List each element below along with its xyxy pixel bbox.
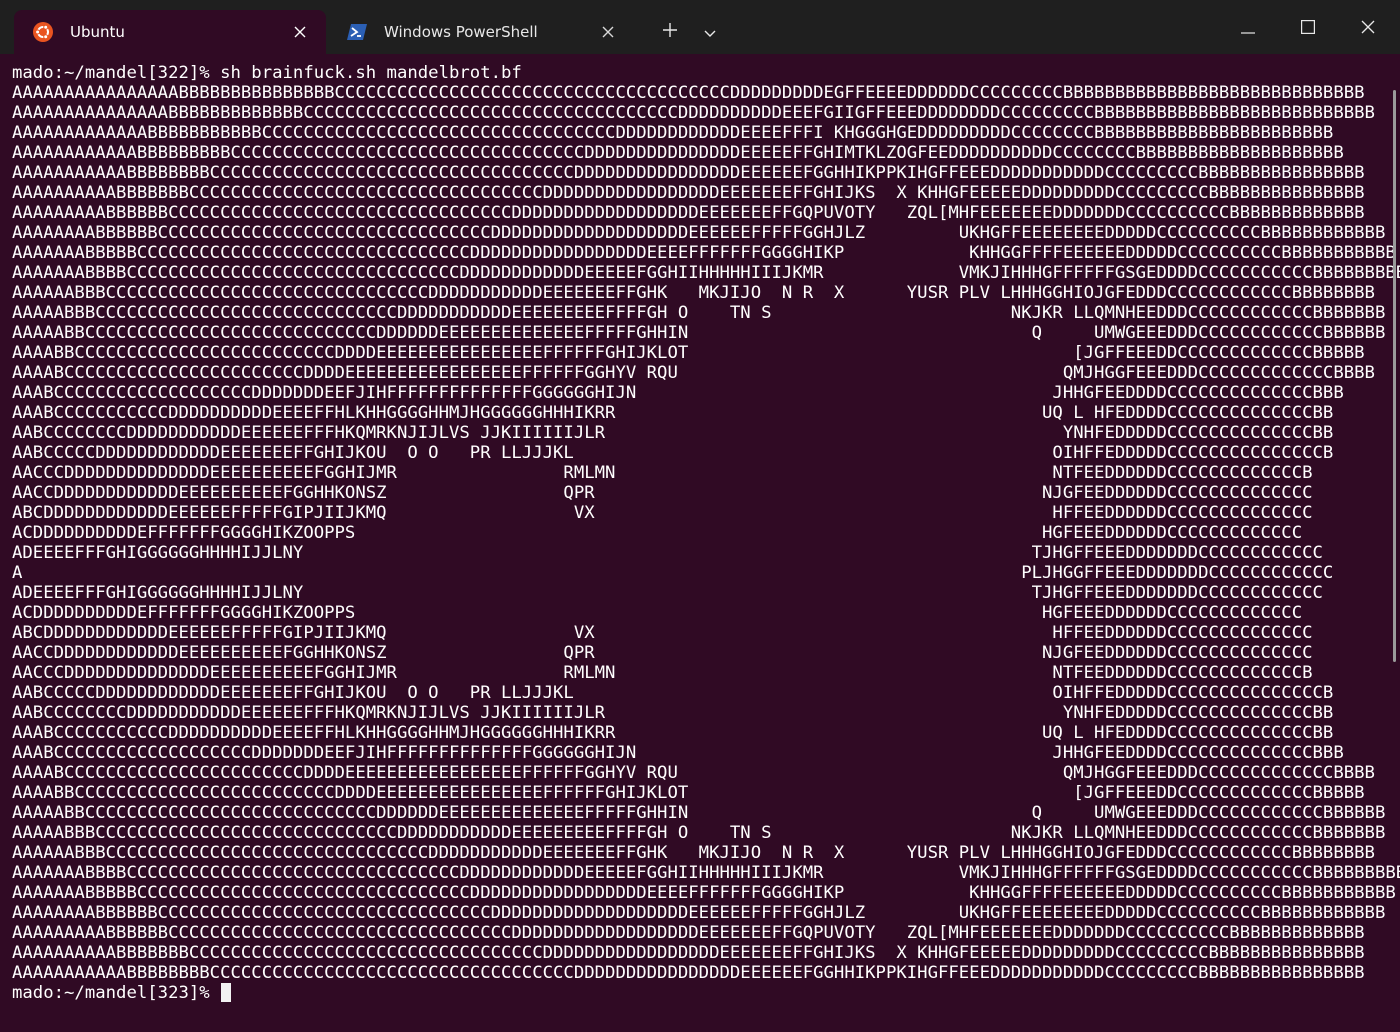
output-line: AAAAABBCCCCCCCCCCCCCCCCCCCCCCCCCCCCDDDDD… <box>12 323 1386 343</box>
output-line: AAAABCCCCCCCCCCCCCCCCCCCCCCCDDDDEEEEEEEE… <box>12 363 1375 383</box>
output-line: ACDDDDDDDDDDEFFFFFFFGGGGHIKZOOPPS HGFEEE… <box>12 603 1303 623</box>
output-line: AAAAAAABBBBBCCCCCCCCCCCCCCCCCCCCCCCCCCCC… <box>12 883 1396 903</box>
output-line: AAAAAAAABBBBBBCCCCCCCCCCCCCCCCCCCCCCCCCC… <box>12 903 1386 923</box>
output-line: AAAAAABBBCCCCCCCCCCCCCCCCCCCCCCCCCCCCCCC… <box>12 283 1375 303</box>
output-line: ABCDDDDDDDDDDDDEEEEEEFFFFFGIPJIIJKMQ VX … <box>12 503 1313 523</box>
window-close-button[interactable] <box>1338 6 1398 50</box>
output-line: AAAAABBCCCCCCCCCCCCCCCCCCCCCCCCCCCCDDDDD… <box>12 803 1386 823</box>
output-line: AAAAAAAAAAAAAAABBBBBBBBBBBBBCCCCCCCCCCCC… <box>12 103 1375 123</box>
output-line: ABCDDDDDDDDDDDDEEEEEEFFFFFGIPJIIJKMQ VX … <box>12 623 1313 643</box>
output-line: AAAAAAAAAAABBBBBBBBCCCCCCCCCCCCCCCCCCCCC… <box>12 963 1365 983</box>
output-line: AAAAAAAAAAAAAAAABBBBBBBBBBBBBBBCCCCCCCCC… <box>12 83 1365 103</box>
output-line: AAABCCCCCCCCCCCCCCCCCCCDDDDDDDEEFJIHFFFF… <box>12 383 1344 403</box>
output-line: AAAAAAAAAAABBBBBBBBCCCCCCCCCCCCCCCCCCCCC… <box>12 163 1365 183</box>
output-line: AACCCDDDDDDDDDDDDDDEEEEEEEEEEFGGHIJMR RM… <box>12 663 1313 683</box>
output-line: AAAABCCCCCCCCCCCCCCCCCCCCCCCDDDDEEEEEEEE… <box>12 763 1375 783</box>
title-bar: Ubuntu Windows PowerShell <box>0 0 1400 54</box>
close-icon[interactable] <box>286 18 314 46</box>
output-line: AACCDDDDDDDDDDDDEEEEEEEEEEFGGHHKONSZ QPR… <box>12 643 1313 663</box>
output-line: AAAAAAABBBBCCCCCCCCCCCCCCCCCCCCCCCCCCCCC… <box>12 863 1400 883</box>
output-line: AAABCCCCCCCCCCCDDDDDDDDDDEEEEFFHLKHHGGGG… <box>12 723 1334 743</box>
output-line: AABCCCCCDDDDDDDDDDDDEEEEEEEFFGHIJKOU O O… <box>12 443 1334 463</box>
maximize-icon <box>1301 19 1316 38</box>
chevron-down-icon <box>704 23 716 42</box>
output-line: A PLJHGGFFEEEDDDDDDDCCCCCCCCCCCC <box>12 563 1334 583</box>
output-line: AAAABBCCCCCCCCCCCCCCCCCCCCCCCCCDDDDEEEEE… <box>12 343 1365 363</box>
output-line: AAAAAAAAABBBBBBCCCCCCCCCCCCCCCCCCCCCCCCC… <box>12 203 1365 223</box>
plus-icon <box>662 22 678 42</box>
tab-ubuntu-label: Ubuntu <box>70 23 125 41</box>
minimize-icon <box>1241 19 1255 38</box>
close-icon[interactable] <box>594 18 622 46</box>
output-line: AACCDDDDDDDDDDDDEEEEEEEEEEFGGHHKONSZ QPR… <box>12 483 1313 503</box>
output-line: ACDDDDDDDDDDEFFFFFFFGGGGHIKZOOPPS HGFEEE… <box>12 523 1303 543</box>
minimize-button[interactable] <box>1218 6 1278 50</box>
output-line: AAAAAAAAAABBBBBBBCCCCCCCCCCCCCCCCCCCCCCC… <box>12 943 1365 963</box>
mandelbrot-output: AAAAAAAAAAAAAAAABBBBBBBBBBBBBBBCCCCCCCCC… <box>12 83 1400 983</box>
new-tab-button[interactable] <box>652 16 688 48</box>
output-line: AAAABBCCCCCCCCCCCCCCCCCCCCCCCCCDDDDEEEEE… <box>12 783 1365 803</box>
output-line: ADEEEEFFFGHIGGGGGGHHHHIJJLNY TJHGFFEEEDD… <box>12 543 1323 563</box>
output-line: AAAAABBBCCCCCCCCCCCCCCCCCCCCCCCCCCCCCDDD… <box>12 823 1386 843</box>
tab-dropdown-button[interactable] <box>694 16 726 48</box>
final-prompt-line[interactable]: mado:~/mandel[323]% <box>12 983 1400 1003</box>
close-icon <box>1361 19 1375 38</box>
output-line: AACCCDDDDDDDDDDDDDDEEEEEEEEEEFGGHIJMR RM… <box>12 463 1313 483</box>
output-line: AAAAAAAAAAAABBBBBBBBBCCCCCCCCCCCCCCCCCCC… <box>12 143 1344 163</box>
output-line: AAAAAAAAAAAAABBBBBBBBBBBCCCCCCCCCCCCCCCC… <box>12 123 1334 143</box>
tab-ubuntu[interactable]: Ubuntu <box>14 10 326 54</box>
output-line: AAAAAAAAABBBBBBCCCCCCCCCCCCCCCCCCCCCCCCC… <box>12 923 1365 943</box>
tab-windows-powershell[interactable]: Windows PowerShell <box>328 10 634 54</box>
output-line: ADEEEEFFFGHIGGGGGGHHHHIJJLNY TJHGFFEEEDD… <box>12 583 1323 603</box>
output-line: AAABCCCCCCCCCCCCCCCCCCCDDDDDDDEEFJIHFFFF… <box>12 743 1344 763</box>
output-line: AABCCCCCCCCDDDDDDDDDDDEEEEEEFFFHKQMRKNJI… <box>12 423 1334 443</box>
scrollbar[interactable] <box>1393 90 1396 662</box>
ubuntu-icon <box>32 21 54 43</box>
output-line: AAAAAAAABBBBBBCCCCCCCCCCCCCCCCCCCCCCCCCC… <box>12 223 1386 243</box>
maximize-button[interactable] <box>1278 6 1338 50</box>
powershell-icon <box>346 21 368 43</box>
command-line: mado:~/mandel[322]% sh brainfuck.sh mand… <box>12 63 522 83</box>
output-line: AAAAAAABBBBCCCCCCCCCCCCCCCCCCCCCCCCCCCCC… <box>12 263 1400 283</box>
output-line: AAABCCCCCCCCCCCDDDDDDDDDDEEEEFFHLKHHGGGG… <box>12 403 1334 423</box>
text-cursor <box>221 983 232 1002</box>
terminal-output: mado:~/mandel[322]% sh brainfuck.sh mand… <box>12 63 1400 1003</box>
terminal-pane[interactable]: mado:~/mandel[322]% sh brainfuck.sh mand… <box>0 54 1400 1032</box>
output-line: AAAAAAABBBBBCCCCCCCCCCCCCCCCCCCCCCCCCCCC… <box>12 243 1396 263</box>
output-line: AAAAAAAAAABBBBBBBCCCCCCCCCCCCCCCCCCCCCCC… <box>12 183 1365 203</box>
output-line: AABCCCCCDDDDDDDDDDDDEEEEEEEFFGHIJKOU O O… <box>12 683 1334 703</box>
output-line: AAAAAABBBCCCCCCCCCCCCCCCCCCCCCCCCCCCCCCC… <box>12 843 1375 863</box>
output-line: AAAAABBBCCCCCCCCCCCCCCCCCCCCCCCCCCCCCDDD… <box>12 303 1386 323</box>
output-line: AABCCCCCCCCDDDDDDDDDDDEEEEEEFFFHKQMRKNJI… <box>12 703 1334 723</box>
tab-powershell-label: Windows PowerShell <box>384 23 538 41</box>
prompt-text: mado:~/mandel[323]% <box>12 983 221 1003</box>
